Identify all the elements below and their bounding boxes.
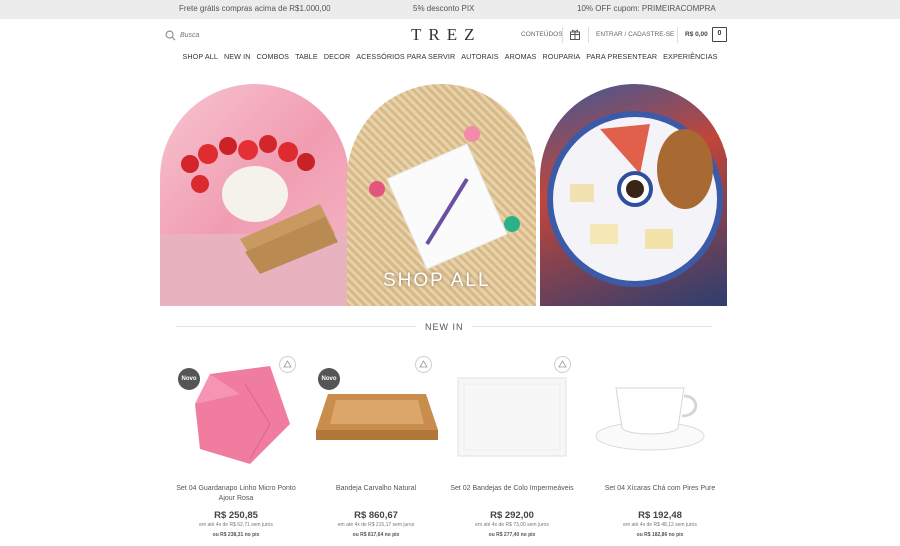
wishlist-icon (283, 360, 292, 368)
product-name[interactable]: Bandeja Carvalho Natural (308, 484, 444, 494)
product-image-tray[interactable] (314, 390, 440, 446)
product-name[interactable]: Set 02 Bandejas de Colo Impermeáveis (444, 484, 580, 494)
product-pix-price: ou R$ 182,86 no pix (636, 532, 684, 538)
wishlist-icon (558, 360, 567, 368)
nav-aromas[interactable]: AROMAS (505, 52, 537, 68)
section-title-new-in: NEW IN (425, 322, 464, 332)
wishlist-button[interactable] (554, 356, 571, 373)
gift-icon[interactable] (570, 28, 580, 40)
hero-image-cheese-plate (540, 84, 727, 306)
product-image-napkin[interactable] (190, 364, 294, 470)
divider (677, 27, 678, 43)
nav-autorais[interactable]: AUTORAIS (461, 52, 498, 68)
hero-image-tomatoes (160, 84, 349, 306)
product-pix-price: ou R$ 817,64 no pix (352, 532, 400, 538)
product-name[interactable]: Set 04 Xícaras Chá com Pires Pure (592, 484, 728, 494)
login-link[interactable]: ENTRAR / CADASTRE-SE (596, 31, 674, 38)
product-card[interactable]: Set 02 Bandejas de Colo Impermeáveis R$ … (444, 352, 580, 546)
promo-pix: 5% desconto PIX (413, 4, 475, 13)
promo-shipping: Frete grátis compras acima de R$1.000,00 (179, 4, 331, 13)
cart-button[interactable]: 0 (712, 27, 727, 42)
new-badge: Novo (318, 368, 340, 390)
nav-decor[interactable]: DECOR (324, 52, 350, 68)
hero-shop-all-cta[interactable]: SHOP ALL (383, 270, 491, 292)
logo[interactable]: TREZ (411, 25, 482, 45)
promo-coupon: 10% OFF cupom: PRIMEIRACOMPRA (577, 4, 716, 13)
divider (588, 27, 589, 43)
product-image-lap-trays[interactable] (456, 376, 568, 458)
product-pix-price: ou R$ 238,31 no pix (212, 532, 260, 538)
wishlist-button[interactable] (415, 356, 432, 373)
divider (472, 326, 712, 327)
nav-experiencias[interactable]: EXPERIÊNCIAS (663, 52, 717, 68)
search-input[interactable] (180, 31, 260, 39)
product-installments: em até 4x de R$ 48,12 sem juros (623, 522, 697, 528)
main-nav: SHOP ALL NEW IN COMBOS TABLE DECOR ACESS… (0, 52, 900, 68)
wishlist-icon (419, 360, 428, 368)
product-price: R$ 292,00 (490, 510, 534, 521)
product-installments: em até 4x de R$ 215,17 sem juros (337, 522, 415, 528)
header: TREZ CONTEÚDOS ENTRAR / CADASTRE-SE R$ 0… (0, 19, 900, 51)
product-pix-price: ou R$ 277,40 no pix (488, 532, 536, 538)
nav-rouparia[interactable]: ROUPARIA (542, 52, 580, 68)
search-box[interactable] (165, 28, 260, 42)
hero-illustration (547, 111, 723, 287)
nav-table[interactable]: TABLE (295, 52, 318, 68)
product-installments: em até 4x de R$ 62,71 sem juros (199, 522, 273, 528)
product-price: R$ 860,67 (354, 510, 398, 521)
product-image-tea-cups[interactable] (594, 380, 706, 452)
product-card[interactable]: Novo Bandeja Carvalho Natural R$ 860,67 … (308, 352, 444, 546)
nav-combos[interactable]: COMBOS (257, 52, 290, 68)
cart-total[interactable]: R$ 0,00 (685, 31, 708, 38)
promo-bar: Frete grátis compras acima de R$1.000,00… (0, 0, 900, 19)
nav-shop-all[interactable]: SHOP ALL (183, 52, 218, 68)
product-card[interactable]: Novo Set 04 Guardanapo Linho Micro Ponto… (168, 352, 304, 546)
wishlist-button[interactable] (279, 356, 296, 373)
product-price: R$ 250,85 (214, 510, 258, 521)
product-name[interactable]: Set 04 Guardanapo Linho Micro Ponto Ajou… (168, 484, 304, 504)
product-card[interactable]: Set 04 Xícaras Chá com Pires Pure R$ 192… (592, 352, 728, 546)
new-badge: Novo (178, 368, 200, 390)
divider (562, 27, 563, 43)
nav-new-in[interactable]: NEW IN (224, 52, 251, 68)
hero-illustration (160, 135, 349, 306)
nav-para-presentear[interactable]: PARA PRESENTEAR (586, 52, 657, 68)
nav-acessorios[interactable]: ACESSÓRIOS PARA SERVIR (356, 52, 455, 68)
search-icon[interactable] (165, 30, 176, 41)
conteudos-link[interactable]: CONTEÚDOS (521, 31, 563, 38)
product-installments: em até 4x de R$ 73,00 sem juros (475, 522, 549, 528)
divider (176, 326, 416, 327)
product-price: R$ 192,48 (638, 510, 682, 521)
